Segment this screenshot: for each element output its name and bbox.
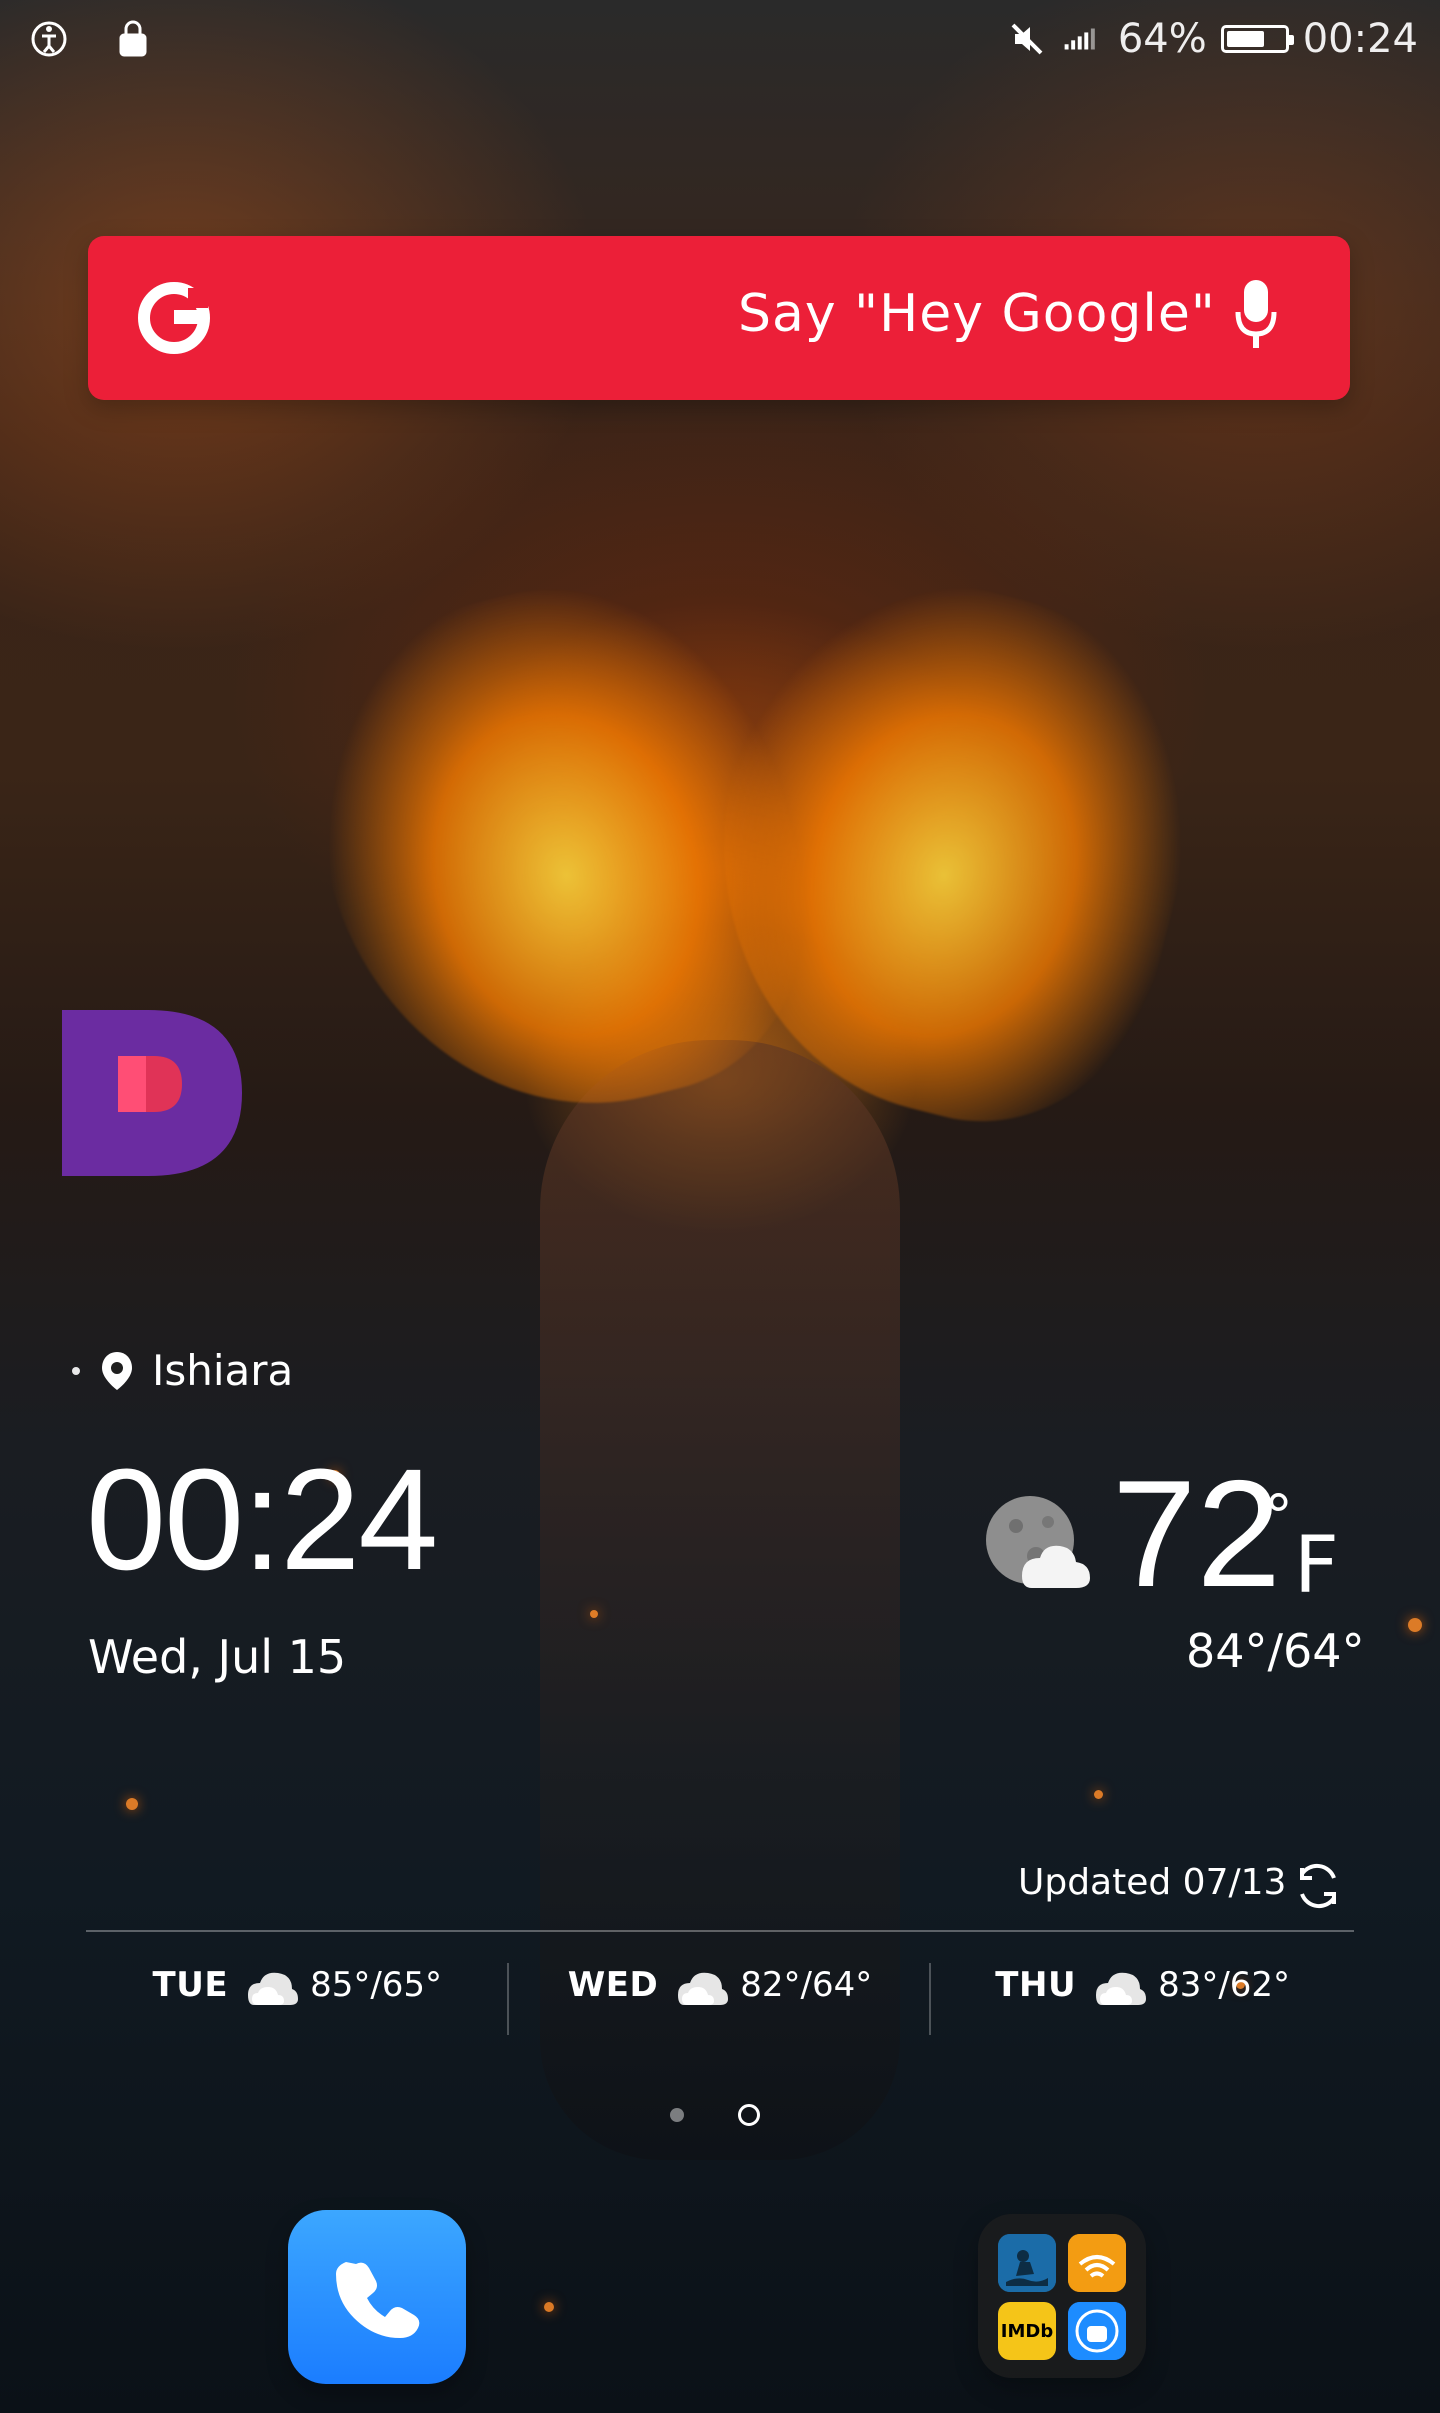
app-folder-icon[interactable]: IMDb bbox=[978, 2214, 1146, 2378]
forecast-item[interactable]: THU 83°/62° bbox=[931, 1963, 1354, 2007]
battery-fill bbox=[1226, 31, 1264, 47]
current-temperature[interactable]: 72 bbox=[1112, 1458, 1281, 1610]
battery-icon bbox=[1220, 25, 1294, 53]
cloudy-icon bbox=[248, 1972, 299, 2005]
forecast-row: TUE 85°/65° WED 82°/64° THU 83°/62° bbox=[86, 1946, 1354, 2035]
phone-app-icon[interactable] bbox=[288, 2210, 466, 2384]
weather-updated: Updated 07/13 bbox=[1018, 1862, 1287, 1903]
status-bar: 64% 00:24 bbox=[0, 0, 1440, 84]
clock-date[interactable]: Wed, Jul 15 bbox=[88, 1630, 346, 1684]
mic-icon[interactable] bbox=[1230, 276, 1282, 358]
ember bbox=[126, 1798, 138, 1810]
status-right: 64% 00:24 bbox=[1006, 16, 1418, 62]
accessibility-icon bbox=[28, 18, 70, 60]
mute-icon bbox=[1006, 18, 1048, 60]
cloudy-icon bbox=[678, 1972, 729, 2005]
phone-icon bbox=[336, 2262, 420, 2338]
forecast-item[interactable]: TUE 85°/65° bbox=[86, 1963, 509, 2035]
audible-icon[interactable] bbox=[1068, 2234, 1126, 2292]
forecast-range: 83°/62° bbox=[1158, 1965, 1291, 2005]
ember bbox=[544, 2302, 554, 2312]
location-pin-icon bbox=[102, 1351, 132, 1390]
temperature-unit: ° F bbox=[1264, 1480, 1364, 1611]
google-search-bar[interactable]: Say "Hey Google" bbox=[88, 236, 1350, 400]
status-time: 00:24 bbox=[1302, 16, 1418, 62]
location-text: Ishiara bbox=[152, 1346, 294, 1395]
page-dot-2[interactable] bbox=[738, 2104, 760, 2126]
ember bbox=[590, 1610, 598, 1618]
forecast-day: THU bbox=[995, 1965, 1077, 2005]
ember bbox=[1094, 1790, 1103, 1799]
location-row: Ishiara bbox=[72, 1346, 293, 1395]
search-prompt[interactable]: Say "Hey Google" bbox=[738, 284, 1216, 344]
battery-percent: 64% bbox=[1117, 16, 1207, 62]
refresh-icon[interactable] bbox=[1290, 1858, 1346, 1914]
temperature-unit-degree: ° bbox=[1264, 1482, 1293, 1550]
lock-icon bbox=[112, 18, 154, 60]
temperature-unit-letter: F bbox=[1294, 1521, 1339, 1600]
page-dot-1[interactable] bbox=[670, 2108, 684, 2122]
moon-cloud-icon[interactable] bbox=[978, 1488, 1098, 1598]
ember bbox=[1408, 1618, 1422, 1632]
forecast-range: 85°/65° bbox=[310, 1965, 443, 2005]
today-range: 84°/64° bbox=[1186, 1624, 1365, 1678]
cloudy-icon bbox=[1096, 1972, 1147, 2005]
page-indicator[interactable] bbox=[670, 2104, 760, 2126]
kindle-icon[interactable] bbox=[998, 2234, 1056, 2292]
app-badge-icon[interactable] bbox=[62, 1010, 242, 1176]
android-icon[interactable] bbox=[1068, 2302, 1126, 2360]
location-dot bbox=[72, 1366, 80, 1375]
weather-divider bbox=[86, 1930, 1354, 1932]
google-g-icon[interactable] bbox=[130, 274, 218, 362]
imdb-icon[interactable]: IMDb bbox=[998, 2302, 1056, 2360]
clock-time[interactable]: 00:24 bbox=[86, 1448, 438, 1592]
forecast-day: WED bbox=[567, 1965, 659, 2005]
status-left bbox=[28, 18, 154, 60]
signal-icon bbox=[1062, 18, 1104, 60]
forecast-day: TUE bbox=[152, 1965, 229, 2005]
forecast-item[interactable]: WED 82°/64° bbox=[509, 1963, 932, 2035]
forecast-range: 82°/64° bbox=[740, 1965, 873, 2005]
